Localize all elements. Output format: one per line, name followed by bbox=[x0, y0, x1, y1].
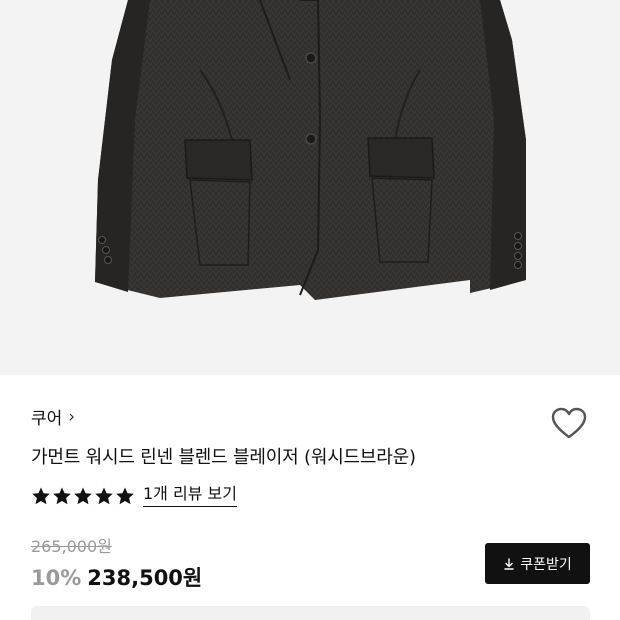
jacket-photo bbox=[95, 0, 526, 300]
star-icon bbox=[53, 487, 71, 504]
review-link[interactable]: 1개 리뷰 보기 bbox=[143, 484, 237, 507]
brand-link[interactable]: 쿠어 › bbox=[31, 404, 76, 430]
heart-icon[interactable] bbox=[550, 406, 588, 440]
star-icon bbox=[32, 487, 50, 504]
download-icon bbox=[504, 557, 514, 570]
product-title: 가먼트 워시드 린넨 블렌드 블레이저 (워시드브라운) bbox=[31, 447, 416, 468]
original-price: 265,000원 bbox=[31, 537, 112, 556]
star-icon bbox=[74, 487, 92, 504]
price-row: 10% 238,500원 bbox=[31, 562, 202, 592]
info-box bbox=[31, 606, 590, 620]
product-image[interactable] bbox=[0, 0, 620, 375]
star-icon bbox=[116, 487, 134, 504]
rating-stars bbox=[31, 486, 135, 506]
chevron-right-icon: › bbox=[68, 406, 76, 427]
coupon-button-label: 쿠폰받기 bbox=[520, 556, 572, 573]
coupon-button[interactable]: 쿠폰받기 bbox=[485, 543, 590, 584]
star-icon bbox=[95, 487, 113, 504]
discount-rate: 10% bbox=[31, 566, 82, 590]
brand-name: 쿠어 bbox=[31, 409, 63, 429]
sale-price: 238,500원 bbox=[87, 566, 203, 590]
rating-row: 1개 리뷰 보기 bbox=[31, 484, 237, 507]
